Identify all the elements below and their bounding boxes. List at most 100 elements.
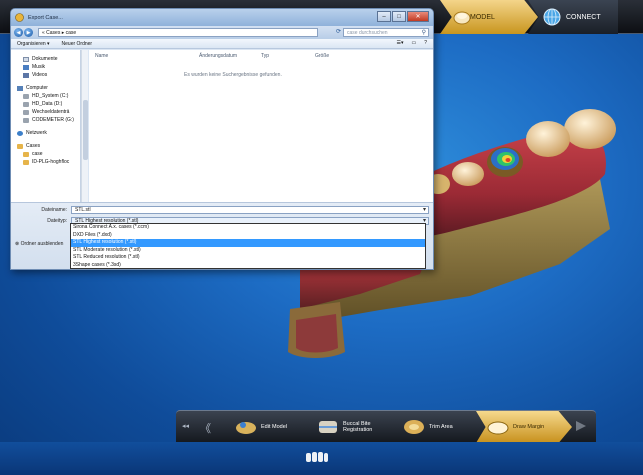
nav-scrollbar[interactable]: [81, 50, 88, 202]
nav-item-label: Computer: [26, 85, 48, 91]
file-list: Name Änderungsdatum Typ Größe Es wurden …: [89, 50, 433, 202]
dialog-titlebar[interactable]: Export Case... – □ ✕: [11, 9, 433, 26]
drive-icon: [23, 109, 29, 115]
maximize-icon: □: [397, 13, 401, 20]
filename-value: STL.stl: [75, 207, 91, 213]
drive-icon: [23, 93, 29, 99]
column-header-type[interactable]: Typ: [261, 53, 269, 59]
crown-icon: [453, 11, 471, 25]
column-header-date[interactable]: Änderungsdatum: [199, 53, 237, 59]
nav-item-hd-data[interactable]: HD_Data (D:): [11, 100, 80, 108]
preview-pane-icon[interactable]: ▭: [411, 40, 416, 46]
dialog-title: Export Case...: [28, 14, 63, 21]
address-bar: ◀ ▶ « Cases ▸ case ⟳ case durchsuchen ⚲: [11, 26, 433, 39]
search-input[interactable]: case durchsuchen ⚲: [343, 28, 429, 37]
forward-button[interactable]: ▶: [24, 28, 33, 37]
step-buccal-bite[interactable]: Buccal Bite Registration: [316, 411, 386, 443]
maximize-button[interactable]: □: [392, 11, 406, 22]
filename-label: Dateiname:: [41, 207, 67, 213]
filetype-option[interactable]: STL Moderate resolution (*.stl): [71, 247, 425, 255]
search-icon: ⚲: [421, 30, 426, 36]
previous-step-icon[interactable]: 《: [200, 420, 211, 436]
network-icon: [17, 130, 23, 136]
music-icon: [23, 64, 29, 70]
nav-item-label: Musik: [32, 64, 46, 70]
nav-item-cases[interactable]: Cases: [11, 142, 80, 150]
buccal-bite-icon: [319, 421, 337, 433]
filetype-dropdown-list: Sirona Connect A.x. cases (*.ccm) DXD Fi…: [70, 223, 426, 269]
filename-field[interactable]: STL.stl ▾: [71, 206, 429, 214]
filetype-option[interactable]: DXD Files (*.dxd): [71, 232, 425, 240]
column-header-name[interactable]: Name: [95, 53, 108, 59]
filetype-option[interactable]: 3Shape cases (*.3sd): [71, 262, 425, 270]
step-draw-margin[interactable]: Draw Margin: [476, 411, 572, 443]
step-label: Trim Area: [429, 424, 453, 430]
view-options-icon[interactable]: ☰▾: [396, 40, 403, 46]
nav-item-label: HD_Data (D:): [32, 101, 63, 107]
minimize-icon: –: [382, 13, 386, 20]
hide-folders-toggle[interactable]: ⊗ Ordner ausblenden: [15, 241, 63, 247]
folder-icon: [17, 143, 23, 149]
edit-model-icon: [236, 422, 256, 434]
nav-item-codemeter[interactable]: CODEMETER (G:): [11, 116, 80, 124]
draw-margin-icon: [487, 421, 509, 435]
empty-results-message: Es wurden keine Suchergebnisse gefunden.: [184, 72, 282, 78]
back-arrow-icon: ◀: [16, 29, 21, 36]
step-label: Draw Margin: [513, 424, 545, 430]
path-text: « Cases ▸ case: [42, 29, 77, 36]
trim-area-icon: [404, 420, 424, 434]
refresh-icon[interactable]: ⟳: [336, 28, 341, 35]
path-input[interactable]: « Cases ▸ case: [38, 28, 318, 37]
nav-item-label: ID-PLG-hoghfloc: [32, 159, 70, 165]
nav-item-dokumente[interactable]: Dokumente: [11, 55, 80, 63]
tab-model[interactable]: MODEL: [440, 0, 538, 34]
folder-icon: [23, 159, 29, 165]
folder-icon: [23, 56, 29, 62]
step-trim-area[interactable]: Trim Area: [402, 411, 453, 443]
search-placeholder: case durchsuchen: [347, 29, 388, 36]
nav-item-label: Dokumente: [32, 56, 58, 62]
nav-item-label: Videos: [32, 72, 48, 78]
next-step-icon[interactable]: [574, 419, 588, 433]
nav-item-computer[interactable]: Computer: [11, 84, 80, 92]
tab-connect-label: CONNECT: [566, 13, 601, 21]
dialog-toolbar: Organisieren ▾ Neuer Ordner ☰▾ ▭ ?: [11, 39, 433, 49]
nav-item-label: Netzwerk: [26, 130, 47, 136]
column-header-size[interactable]: Größe: [315, 53, 329, 59]
filetype-option[interactable]: Sirona Connect A.x. cases (*.ccm): [71, 224, 425, 232]
nav-item-removable[interactable]: Wechseldatenträ: [11, 108, 80, 116]
nav-item-musik[interactable]: Musik: [11, 63, 80, 71]
nav-item-videos[interactable]: Videos: [11, 71, 80, 79]
step-edit-model[interactable]: Edit Model: [234, 411, 287, 443]
video-icon: [23, 72, 29, 78]
nav-item-label: CODEMETER (G:): [32, 117, 74, 123]
filetype-option[interactable]: STL Reduced resolution (*.stl): [71, 254, 425, 262]
filetype-option-selected[interactable]: STL Highest resolution (*.stl): [71, 239, 425, 247]
forward-arrow-icon: ▶: [26, 29, 31, 36]
collapse-icon[interactable]: ◂◂: [182, 422, 189, 430]
organize-button[interactable]: Organisieren ▾: [17, 41, 50, 47]
close-icon: ✕: [415, 14, 421, 20]
step-label: Edit Model: [261, 424, 287, 430]
tab-connect[interactable]: CONNECT: [528, 0, 618, 34]
back-button[interactable]: ◀: [14, 28, 23, 37]
nav-item-id-plg[interactable]: ID-PLG-hoghfloc: [11, 158, 80, 166]
drive-icon: [23, 117, 29, 123]
help-icon[interactable]: ?: [424, 40, 427, 46]
nav-item-label: HD_System (C:): [32, 93, 69, 99]
minimize-button[interactable]: –: [377, 11, 391, 22]
nav-item-label: Cases: [26, 143, 41, 149]
scroll-thumb[interactable]: [83, 100, 88, 160]
close-button[interactable]: ✕: [407, 11, 429, 22]
new-folder-button[interactable]: Neuer Ordner: [62, 41, 93, 47]
nav-item-case[interactable]: case: [11, 150, 80, 158]
nav-item-hd-system[interactable]: HD_System (C:): [11, 92, 80, 100]
teeth-icon[interactable]: [305, 451, 329, 465]
nav-item-netzwerk[interactable]: Netzwerk: [11, 129, 80, 137]
navigation-pane: Dokumente Musik Videos Computer HD_Syste…: [11, 50, 81, 202]
drive-icon: [23, 101, 29, 107]
globe-icon: [543, 8, 561, 26]
workflow-bar: ◂◂ 《 Edit Model Buccal Bite Registration…: [176, 410, 596, 443]
nav-item-label: case: [32, 151, 43, 157]
computer-icon: [17, 85, 23, 91]
